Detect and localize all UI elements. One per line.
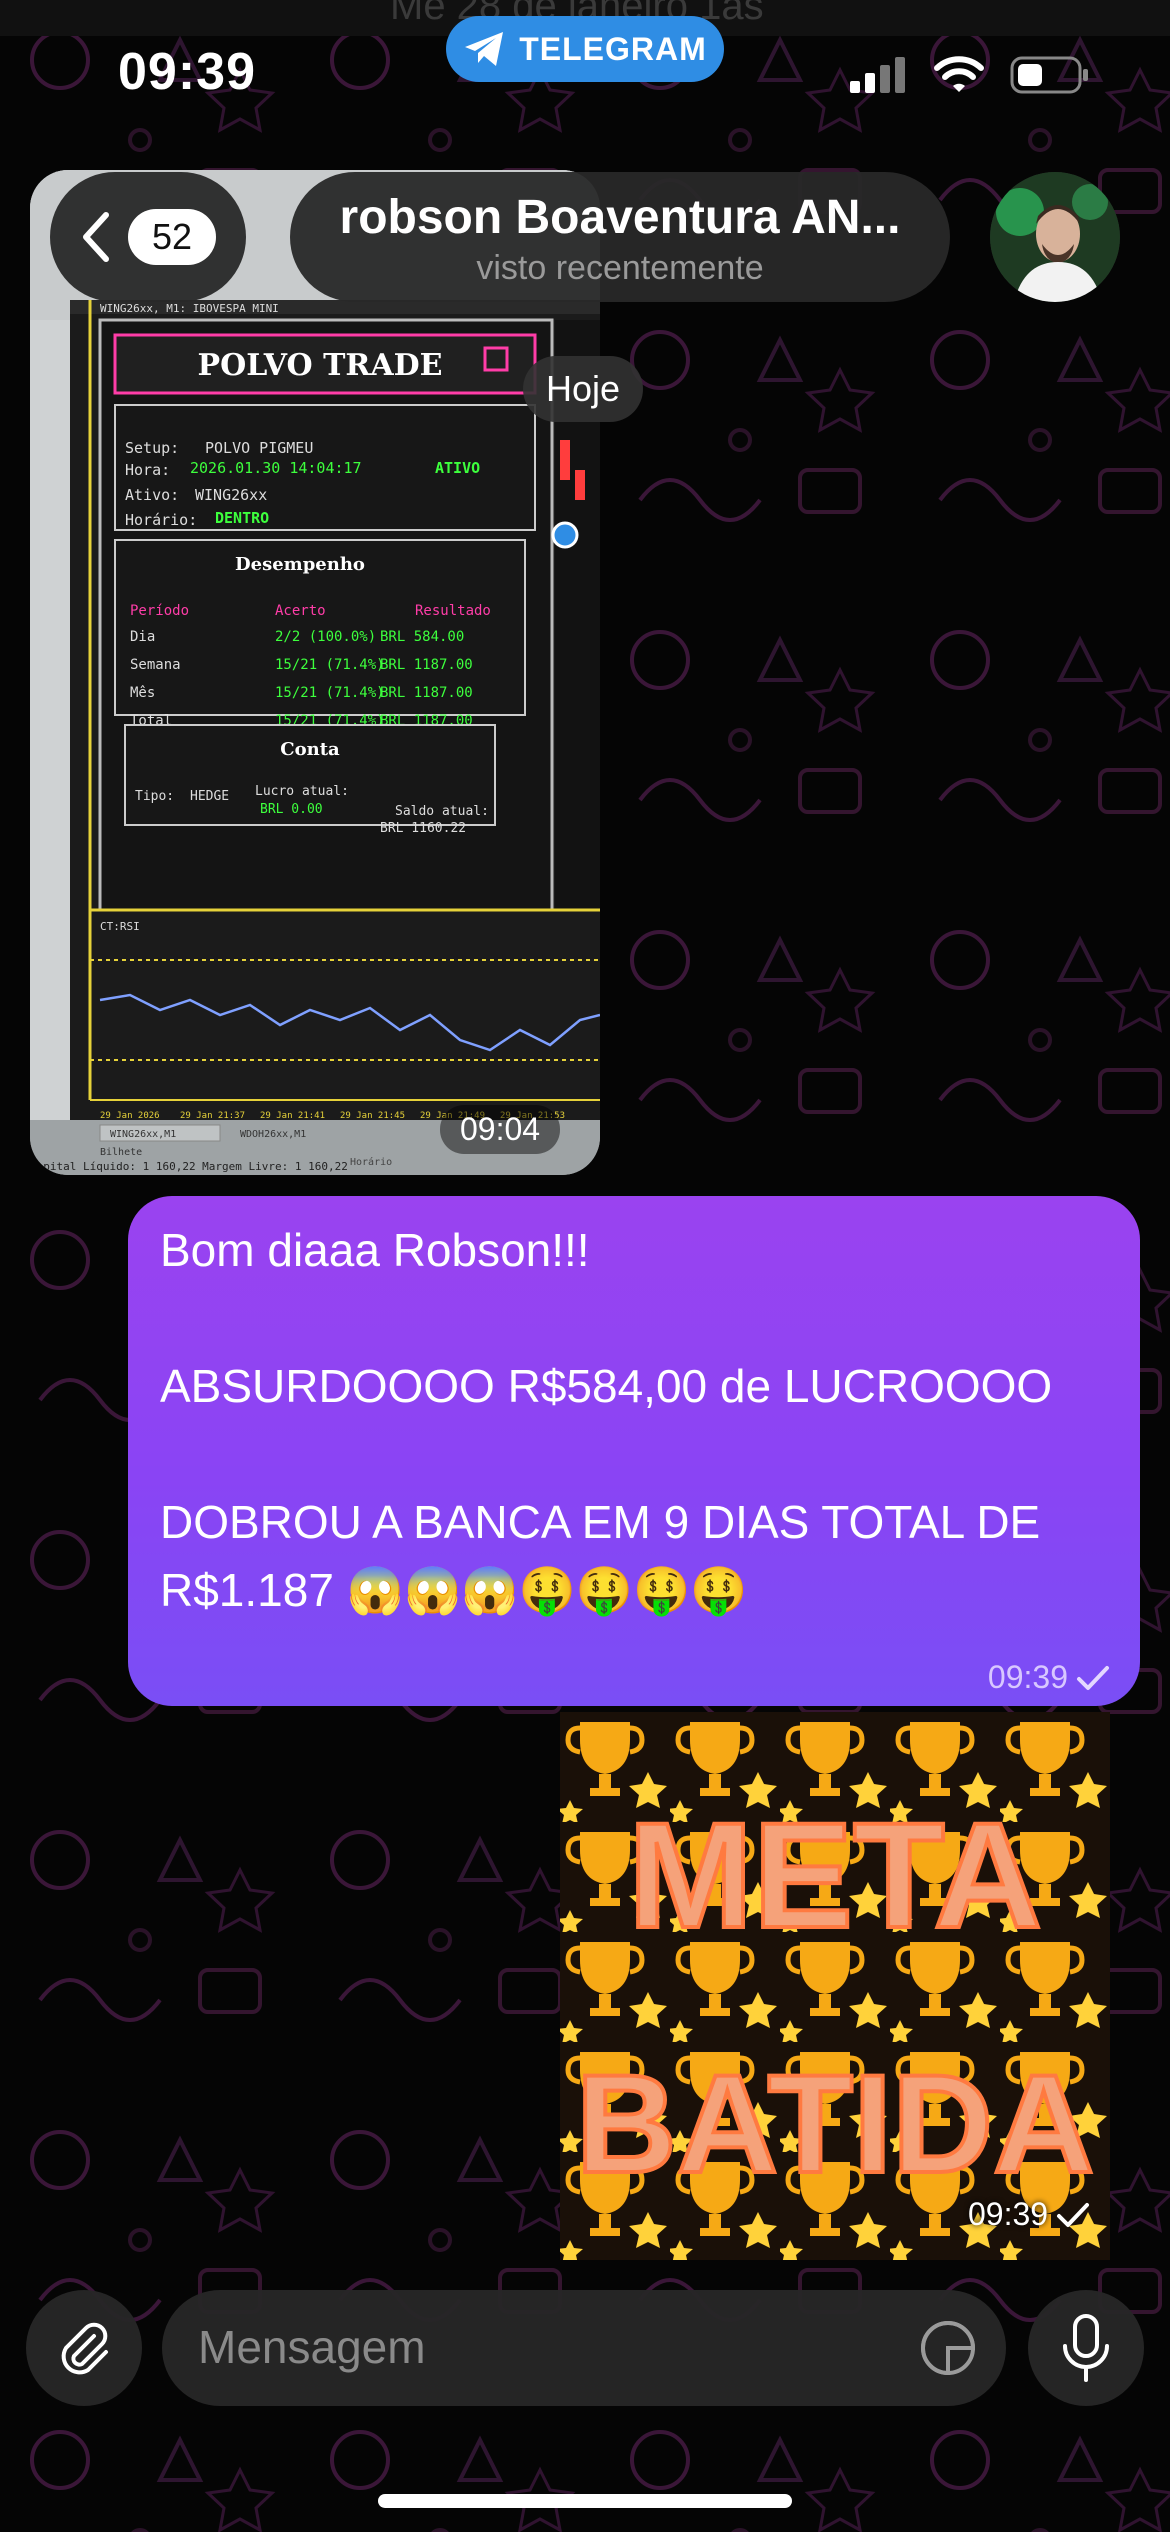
date-badge: Hoje <box>523 356 643 422</box>
back-button[interactable]: 52 <box>50 172 246 302</box>
photo-message[interactable]: WING26xx, M1: IBOVESPA MINI POLVO TRADE … <box>30 170 600 1175</box>
contact-status: visto recentemente <box>476 249 764 287</box>
sticker-line-1: META <box>628 1791 1042 1959</box>
desempenho-title: Desempenho <box>235 554 365 575</box>
horario-footer: Horário <box>350 1156 392 1168</box>
sticker-image: META BATIDA <box>560 1712 1110 2260</box>
perf-resultado: BRL 1187.00 <box>380 685 473 701</box>
tipo-value: HEDGE <box>190 789 229 804</box>
contact-name: robson Boaventura AN... <box>339 191 901 244</box>
col-resultado: Resultado <box>415 603 491 619</box>
saldo-label: Saldo atual: <box>395 804 489 819</box>
date-tick: 29 Jan 21:37 <box>180 1111 245 1121</box>
telegram-icon <box>465 32 504 66</box>
status-value: ATIVO <box>435 459 480 477</box>
signal-icon <box>850 57 905 93</box>
sticker-time: 09:39 <box>968 2196 1049 2232</box>
perf-periodo: Mês <box>130 685 155 701</box>
lucro-value: BRL 0.00 <box>260 802 323 817</box>
trading-screenshot: WING26xx, M1: IBOVESPA MINI POLVO TRADE … <box>30 170 600 1175</box>
date-tick: 29 Jan 21:45 <box>340 1111 405 1121</box>
chart-tab-1: WING26xx,M1 <box>110 1129 176 1140</box>
outgoing-message[interactable]: Bom diaaa Robson!!! ABSURDOOOO R$584,00 … <box>128 1196 1140 1706</box>
col-periodo: Período <box>130 603 189 619</box>
bilhete-label: Bilhete <box>100 1147 142 1158</box>
perf-periodo: Semana <box>130 657 181 673</box>
photo-timestamp: 09:04 <box>440 1105 561 1154</box>
microphone-icon <box>1063 2314 1109 2382</box>
perf-acerto: 2/2 (100.0%) <box>275 629 376 645</box>
telegram-pill-label: TELEGRAM <box>519 30 707 67</box>
message-meta: 09:39 <box>988 1659 1110 1696</box>
footer-text: Capital Líquido: 1 160,22 Margem Livre: … <box>30 1160 348 1173</box>
meta-batida-sticker[interactable]: META BATIDA <box>560 1712 1110 2260</box>
hora-label: Hora: <box>125 461 170 479</box>
telegram-app-pill[interactable]: TELEGRAM <box>446 16 724 82</box>
conta-title: Conta <box>280 739 340 760</box>
ativo-value: WING26xx <box>195 486 267 504</box>
message-time: 09:39 <box>987 1659 1068 1695</box>
sticker-line-2: BATIDA <box>576 2045 1094 2202</box>
perf-periodo: Dia <box>130 629 155 645</box>
horario-label: Horário: <box>125 511 197 529</box>
unread-count-badge: 52 <box>128 209 216 265</box>
perf-resultado: BRL 1187.00 <box>380 657 473 673</box>
status-icons <box>850 56 1090 94</box>
hora-value: 2026.01.30 14:04:17 <box>190 459 362 477</box>
date-tick: 29 Jan 21:41 <box>260 1111 325 1121</box>
tipo-label: Tipo: <box>135 789 174 804</box>
perf-acerto: 15/21 (71.4%) <box>275 685 385 701</box>
ativo-label: Ativo: <box>125 486 179 504</box>
wifi-icon <box>934 56 984 92</box>
perf-resultado: BRL 584.00 <box>380 629 464 645</box>
message-placeholder: Mensagem <box>198 2321 426 2373</box>
chart-tab-2: WDOH26xx,M1 <box>240 1129 306 1140</box>
check-icon <box>1057 2202 1090 2227</box>
lucro-label: Lucro atual: <box>255 784 349 799</box>
setup-value: POLVO PIGMEU <box>205 439 313 457</box>
voice-record-button[interactable] <box>1028 2290 1144 2406</box>
indicator-label: CT:RSI <box>100 920 140 933</box>
sticker-icon[interactable] <box>918 2318 978 2378</box>
perf-acerto: 15/21 (71.4%) <box>275 657 385 673</box>
status-time: 09:39 <box>118 43 256 101</box>
col-acerto: Acerto <box>275 603 326 619</box>
attach-button[interactable] <box>26 2290 142 2406</box>
battery-icon <box>1010 56 1088 94</box>
avatar-photo <box>990 172 1120 302</box>
message-input[interactable]: Mensagem <box>162 2290 1006 2406</box>
paperclip-icon <box>61 2322 108 2375</box>
setup-label: Setup: <box>125 439 179 457</box>
date-tick: 29 Jan 2026 <box>100 1111 160 1121</box>
message-text: Bom diaaa Robson!!! ABSURDOOOO R$584,00 … <box>160 1224 1053 1616</box>
panel-title: POLVO TRADE <box>198 348 443 383</box>
saldo-value: BRL 1160.22 <box>380 821 466 836</box>
home-indicator[interactable] <box>378 2494 792 2508</box>
chart-window-title: WING26xx, M1: IBOVESPA MINI <box>100 302 279 315</box>
horario-value: DENTRO <box>215 509 269 527</box>
avatar[interactable] <box>990 172 1120 302</box>
chevron-left-icon <box>83 212 109 262</box>
sticker-meta: 09:39 <box>968 2196 1090 2233</box>
chat-title[interactable]: robson Boaventura AN... visto recentemen… <box>290 172 950 302</box>
check-icon <box>1077 1665 1109 1690</box>
